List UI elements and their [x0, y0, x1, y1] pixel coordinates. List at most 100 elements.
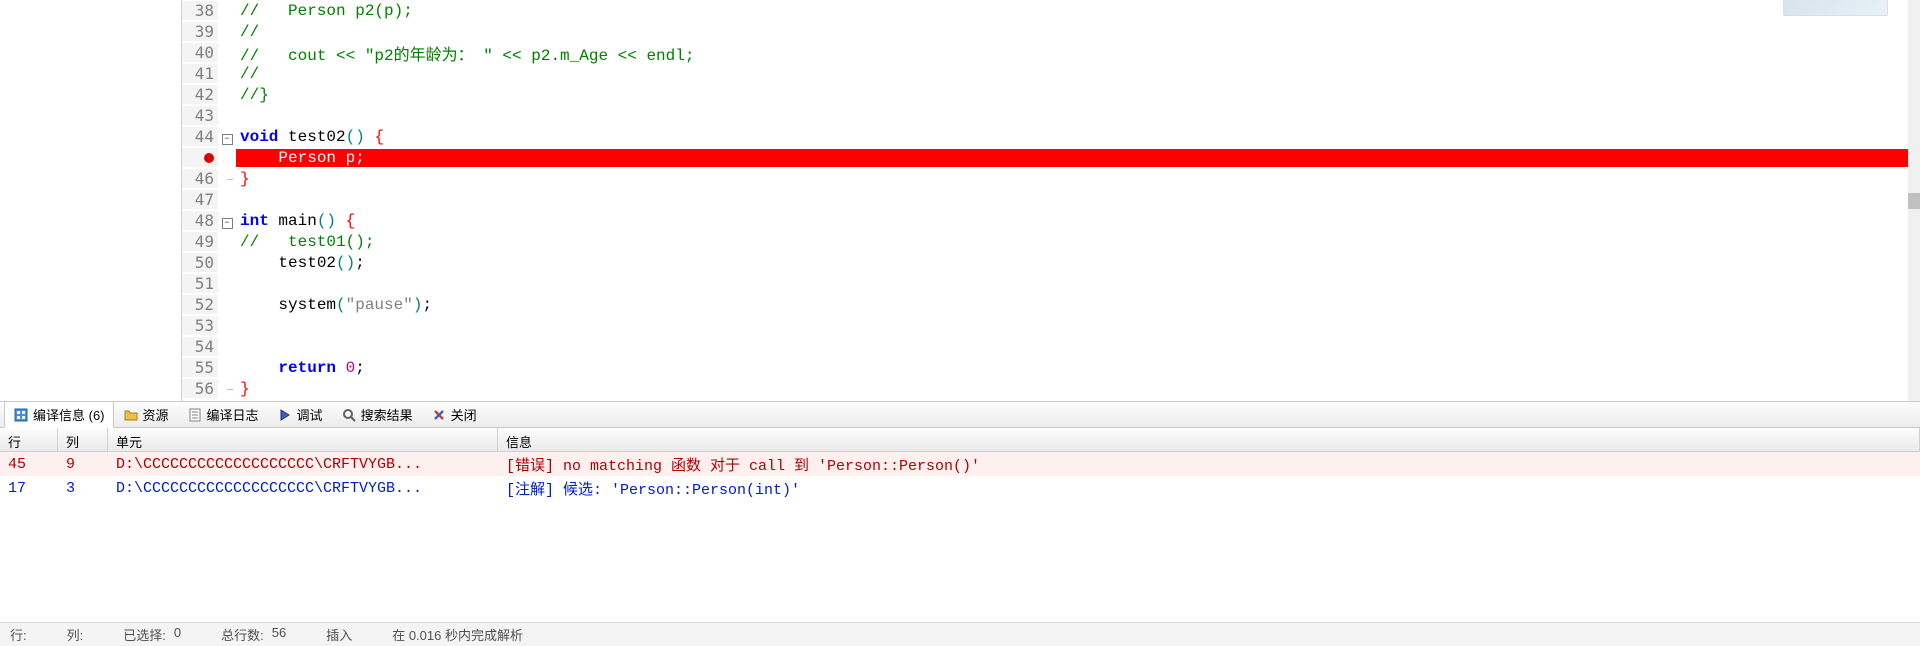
code-line[interactable]: 40 // cout << "p2的年龄为： " << p2.m_Age << e… [182, 42, 1908, 63]
table-header: 行 列 单元 信息 [0, 428, 1920, 452]
line-number[interactable]: 40 [182, 43, 218, 62]
log-icon [187, 407, 203, 423]
header-info[interactable]: 信息 [498, 428, 1920, 451]
line-number[interactable]: 39 [182, 22, 218, 41]
code-line[interactable]: 49 // test01(); [182, 231, 1908, 252]
tab-resource-label: 资源 [143, 405, 169, 424]
compiler-note-row[interactable]: 173D:\CCCCCCCCCCCCCCCCCCC\CRFTVYGB...[注解… [0, 476, 1920, 500]
code-text[interactable]: // [236, 23, 1908, 41]
line-number[interactable]: 38 [182, 1, 218, 20]
tab-debug[interactable]: 调试 [268, 401, 332, 428]
code-text[interactable]: //} [236, 86, 1908, 104]
line-number[interactable]: 52 [182, 295, 218, 314]
line-number[interactable]: 54 [182, 337, 218, 356]
code-text[interactable]: // [236, 65, 1908, 83]
fold-column[interactable]: − [218, 128, 236, 146]
cell-line: 45 [0, 454, 58, 475]
vertical-scrollbar[interactable] [1908, 0, 1920, 401]
line-number[interactable]: 50 [182, 253, 218, 272]
code-line[interactable]: 44−void test02() { [182, 126, 1908, 147]
line-number[interactable]: 55 [182, 358, 218, 377]
code-line[interactable]: 39 // [182, 21, 1908, 42]
code-text[interactable]: // Person p2(p); [236, 2, 1908, 20]
tab-search-label: 搜索结果 [361, 405, 413, 424]
status-bar: 行: 列: 已选择: 0 总行数: 56 插入 在 0.016 秒内完成解析 [0, 622, 1920, 646]
cell-unit: D:\CCCCCCCCCCCCCCCCCCC\CRFTVYGB... [108, 454, 498, 475]
status-insert-label: 插入 [326, 625, 352, 644]
preview-thumbnail [1783, 0, 1888, 16]
code-text[interactable]: } [236, 170, 1908, 188]
code-text[interactable]: } [236, 380, 1908, 398]
code-text[interactable]: test02(); [236, 254, 1908, 272]
compile-icon [13, 407, 29, 423]
line-number[interactable]: 46 [182, 169, 218, 188]
compiler-error-row[interactable]: 459D:\CCCCCCCCCCCCCCCCCCC\CRFTVYGB...[错误… [0, 452, 1920, 476]
code-text[interactable]: return 0; [236, 359, 1908, 377]
code-line[interactable]: 51 [182, 273, 1908, 294]
close-icon [431, 407, 447, 423]
code-line[interactable]: 42 //} [182, 84, 1908, 105]
cell-col: 9 [58, 454, 108, 475]
fold-toggle-icon[interactable]: − [222, 134, 233, 145]
breakpoint-gutter[interactable] [182, 148, 218, 167]
code-line[interactable]: 48−int main() { [182, 210, 1908, 231]
code-line[interactable]: 52 system("pause"); [182, 294, 1908, 315]
code-text[interactable]: Person p; [236, 149, 1908, 167]
code-text[interactable]: // test01(); [236, 233, 1908, 251]
line-number[interactable]: 47 [182, 190, 218, 209]
line-number[interactable]: 56 [182, 379, 218, 398]
code-text[interactable]: void test02() { [236, 128, 1908, 146]
header-unit[interactable]: 单元 [108, 428, 498, 451]
resource-icon [123, 407, 139, 423]
status-sel-label: 已选择: [123, 625, 166, 644]
code-line[interactable]: 55 return 0; [182, 357, 1908, 378]
code-line[interactable]: 41 // [182, 63, 1908, 84]
scroll-down-icon[interactable] [1908, 193, 1920, 209]
cell-line: 17 [0, 478, 58, 499]
code-text[interactable]: int main() { [236, 212, 1908, 230]
search-icon [341, 407, 357, 423]
code-line[interactable]: 47 [182, 189, 1908, 210]
code-line[interactable]: 53 [182, 315, 1908, 336]
code-editor[interactable]: 38 // Person p2(p); 39 // 40 // cout << "p2的年… [182, 0, 1908, 401]
code-line[interactable]: 38 // Person p2(p); [182, 0, 1908, 21]
left-panel [0, 0, 182, 401]
table-body: 459D:\CCCCCCCCCCCCCCCCCCC\CRFTVYGB...[错误… [0, 452, 1920, 500]
code-line[interactable]: 46} [182, 168, 1908, 189]
fold-toggle-icon[interactable]: − [222, 218, 233, 229]
line-number[interactable]: 53 [182, 316, 218, 335]
header-line[interactable]: 行 [0, 428, 58, 451]
code-line[interactable]: 50 test02(); [182, 252, 1908, 273]
tab-resource[interactable]: 资源 [114, 401, 178, 428]
line-number[interactable]: 41 [182, 64, 218, 83]
code-line[interactable]: Person p; [182, 147, 1908, 168]
tab-compile-label: 编译信息 (6) [33, 405, 105, 424]
breakpoint-icon[interactable] [204, 153, 214, 163]
code-line[interactable]: 56} [182, 378, 1908, 399]
line-number[interactable]: 49 [182, 232, 218, 251]
cell-unit: D:\CCCCCCCCCCCCCCCCCCC\CRFTVYGB... [108, 478, 498, 499]
compiler-output-panel: 行 列 单元 信息 459D:\CCCCCCCCCCCCCCCCCCC\CRFT… [0, 428, 1920, 622]
header-col[interactable]: 列 [58, 428, 108, 451]
status-total-label: 总行数: [221, 625, 264, 644]
tab-search-results[interactable]: 搜索结果 [332, 401, 422, 428]
status-col-label: 列: [67, 625, 84, 644]
status-line-label: 行: [10, 625, 27, 644]
tab-compile-log[interactable]: 编译日志 [178, 401, 268, 428]
line-number[interactable]: 43 [182, 106, 218, 125]
tab-close[interactable]: 关闭 [422, 401, 486, 428]
cell-info: [注解] 候选: 'Person::Person(int)' [498, 476, 1920, 501]
line-number[interactable]: 51 [182, 274, 218, 293]
status-total-value: 56 [272, 625, 286, 644]
line-number[interactable]: 48 [182, 211, 218, 230]
fold-column[interactable]: − [218, 212, 236, 230]
cell-info: [错误] no matching 函数 对于 call 到 'Person::P… [498, 452, 1920, 477]
code-line[interactable]: 54 [182, 336, 1908, 357]
code-line[interactable]: 43 [182, 105, 1908, 126]
tab-compile-info[interactable]: 编译信息 (6) [4, 401, 114, 428]
code-editor-area: 38 // Person p2(p); 39 // 40 // cout << "p2的年… [0, 0, 1920, 402]
code-text[interactable]: system("pause"); [236, 296, 1908, 314]
line-number[interactable]: 42 [182, 85, 218, 104]
code-text[interactable]: // cout << "p2的年龄为： " << p2.m_Age << end… [236, 41, 1908, 65]
line-number[interactable]: 44 [182, 127, 218, 146]
